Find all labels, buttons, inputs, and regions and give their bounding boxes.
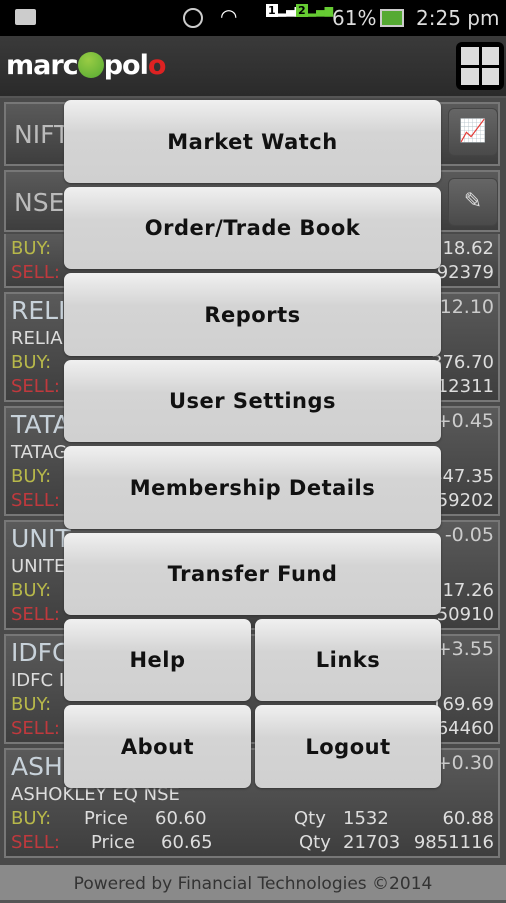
table-row[interactable]: RELI -12.10 RELIA BUY: SELL: 376.70 1231… — [4, 292, 500, 402]
wifi-icon: ◠ — [220, 4, 238, 28]
chart-icon: 📈 — [459, 119, 487, 144]
battery-percent: 61% — [332, 6, 377, 30]
battery-charging-icon — [380, 9, 404, 27]
market-watch-list: NIFT NSEI 📈 ✎ BUY: SELL: 518.62 92379 RE… — [0, 98, 506, 865]
index-row[interactable]: NSEI — [4, 170, 500, 232]
signal-sim1-icon: 1 ▂▄▆ — [266, 4, 304, 17]
footer: Powered by Financial Technologies ©2014 — [0, 865, 506, 900]
table-row[interactable]: TATA +0.45 TATAG BUY: SELL: 447.35 59202 — [4, 406, 500, 516]
grid-icon — [461, 47, 479, 65]
grid-menu-button[interactable] — [456, 42, 504, 90]
table-row[interactable]: IDFC +3.55 IDFC I BUY: SELL: 169.69 6446… — [4, 634, 500, 744]
app-header: marc polo — [0, 36, 506, 98]
status-bar: ◠ 1 ▂▄▆ 2 ▂▄▆ 61% 2:25 pm — [0, 0, 506, 36]
gallery-icon — [15, 9, 36, 25]
edit-button[interactable]: ✎ — [448, 178, 498, 226]
table-row[interactable]: ASH +0.30 ASHOKLEY EQ NSE BUY: SELL: 60.… — [4, 748, 500, 858]
alarm-icon — [183, 8, 203, 28]
chart-button[interactable]: 📈 — [448, 108, 498, 156]
logo: marc polo — [6, 50, 166, 81]
table-row[interactable]: UNIT -0.05 UNITE BUY: SELL: 17.26 50910 — [4, 520, 500, 630]
signal-sim2-icon: 2 ▂▄▆ — [296, 4, 334, 17]
table-row[interactable]: BUY: SELL: 518.62 92379 — [4, 234, 500, 288]
index-row[interactable]: NIFT — [4, 102, 500, 166]
clock: 2:25 pm — [416, 6, 500, 30]
edit-icon: ✎ — [463, 189, 483, 214]
